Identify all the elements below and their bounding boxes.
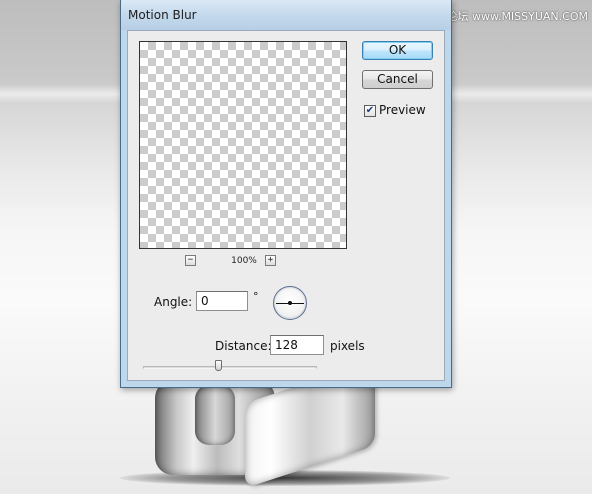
metal-object-left-inner <box>195 385 235 445</box>
distance-slider-track[interactable] <box>143 366 317 369</box>
dialog-title: Motion Blur <box>128 8 197 22</box>
angle-input[interactable]: 0 <box>196 291 248 311</box>
dialog-titlebar[interactable]: Motion Blur <box>121 0 451 30</box>
checkmark-icon: ✔ <box>365 105 375 116</box>
angle-dial-center <box>288 301 292 305</box>
angle-dial-icon[interactable] <box>273 286 307 320</box>
zoom-out-button[interactable]: − <box>185 255 196 266</box>
distance-unit: pixels <box>330 339 365 353</box>
preview-canvas[interactable] <box>139 41 347 249</box>
dialog-client-area: − 100% + OK Cancel ✔ Preview Angle: 0 ° … <box>127 30 445 381</box>
ok-button[interactable]: OK <box>362 41 433 60</box>
angle-label: Angle: <box>154 295 193 309</box>
motion-blur-dialog: Motion Blur − 100% + OK Cancel ✔ Preview… <box>120 0 452 388</box>
distance-input[interactable]: 128 <box>270 335 324 355</box>
preview-checkbox[interactable]: ✔ <box>364 105 376 117</box>
cancel-button[interactable]: Cancel <box>362 70 433 89</box>
zoom-level: 100% <box>231 256 257 266</box>
distance-label: Distance: <box>215 339 272 353</box>
preview-checkbox-label[interactable]: Preview <box>379 103 426 117</box>
distance-slider-thumb[interactable] <box>214 360 222 371</box>
degree-symbol: ° <box>253 290 259 303</box>
zoom-in-button[interactable]: + <box>265 255 276 266</box>
